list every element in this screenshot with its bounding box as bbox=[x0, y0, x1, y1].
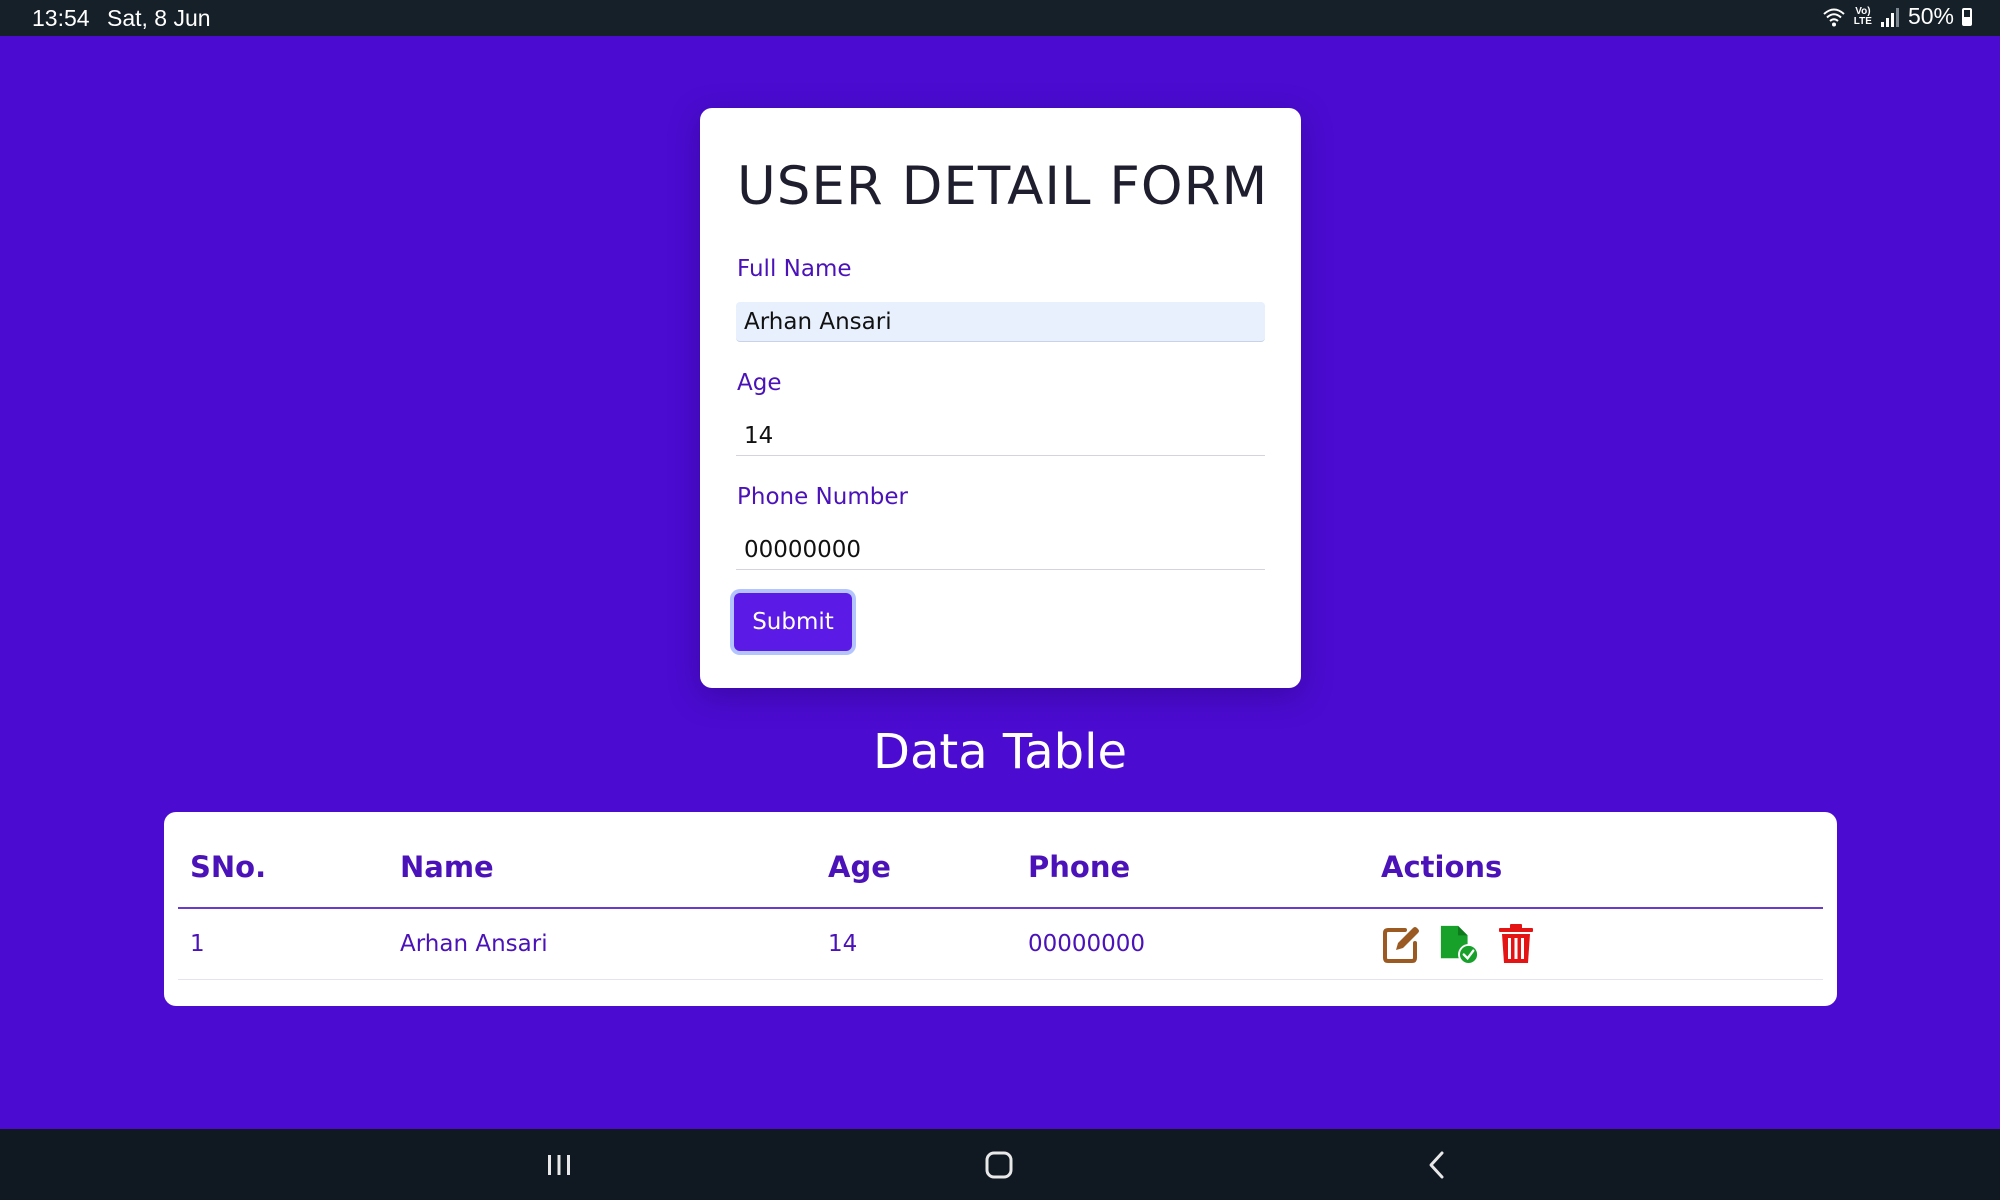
status-time: 13:54 bbox=[32, 5, 90, 31]
cell-phone: 00000000 bbox=[1016, 908, 1369, 980]
full-name-input[interactable] bbox=[736, 302, 1265, 342]
header-actions: Actions bbox=[1369, 826, 1823, 909]
phone-number-input[interactable] bbox=[736, 530, 1265, 570]
back-icon[interactable] bbox=[1416, 1143, 1460, 1187]
phone-number-label: Phone Number bbox=[737, 484, 908, 510]
wifi-icon bbox=[1823, 8, 1845, 26]
data-table: SNo. Name Age Phone Actions 1 Arhan Ansa… bbox=[178, 826, 1823, 980]
age-input[interactable] bbox=[736, 416, 1265, 456]
data-table-card: SNo. Name Age Phone Actions 1 Arhan Ansa… bbox=[164, 812, 1837, 1006]
battery-icon bbox=[1962, 7, 1972, 26]
status-bar: 13:54 Sat, 8 Jun Vo) LTE 50% bbox=[0, 0, 2000, 36]
status-icons: Vo) LTE 50% bbox=[1822, 3, 1972, 30]
home-icon[interactable] bbox=[977, 1143, 1021, 1187]
battery-percent: 50% bbox=[1907, 3, 1954, 29]
header-phone: Phone bbox=[1016, 826, 1369, 909]
table-header-row: SNo. Name Age Phone Actions bbox=[178, 826, 1823, 909]
lte-label: LTE bbox=[1853, 15, 1872, 27]
header-age: Age bbox=[816, 826, 1016, 909]
cell-actions bbox=[1369, 908, 1823, 980]
android-navigation-bar bbox=[0, 1129, 2000, 1200]
form-title: USER DETAIL FORM bbox=[737, 156, 1269, 217]
status-date: Sat, 8 Jun bbox=[107, 5, 211, 31]
header-sno: SNo. bbox=[178, 826, 388, 909]
header-name: Name bbox=[388, 826, 816, 909]
full-name-label: Full Name bbox=[737, 256, 852, 282]
file-check-icon[interactable] bbox=[1439, 923, 1479, 965]
cell-name: Arhan Ansari bbox=[388, 908, 816, 980]
signal-icon bbox=[1880, 7, 1899, 27]
cell-sno: 1 bbox=[178, 908, 388, 980]
row-actions bbox=[1381, 909, 1811, 979]
trash-icon[interactable] bbox=[1497, 923, 1537, 965]
recent-apps-icon[interactable] bbox=[537, 1143, 581, 1187]
submit-button[interactable]: Submit bbox=[734, 593, 852, 651]
age-label: Age bbox=[737, 370, 782, 396]
user-detail-form-card: USER DETAIL FORM Full Name Age Phone Num… bbox=[700, 108, 1301, 688]
volte-lte-icon: Vo) LTE bbox=[1853, 5, 1872, 27]
table-row: 1 Arhan Ansari 14 00000000 bbox=[178, 908, 1823, 980]
cell-age: 14 bbox=[816, 908, 1016, 980]
edit-icon[interactable] bbox=[1381, 923, 1421, 965]
volte-label: Vo) bbox=[1855, 5, 1871, 17]
data-table-title: Data Table bbox=[873, 724, 1127, 780]
